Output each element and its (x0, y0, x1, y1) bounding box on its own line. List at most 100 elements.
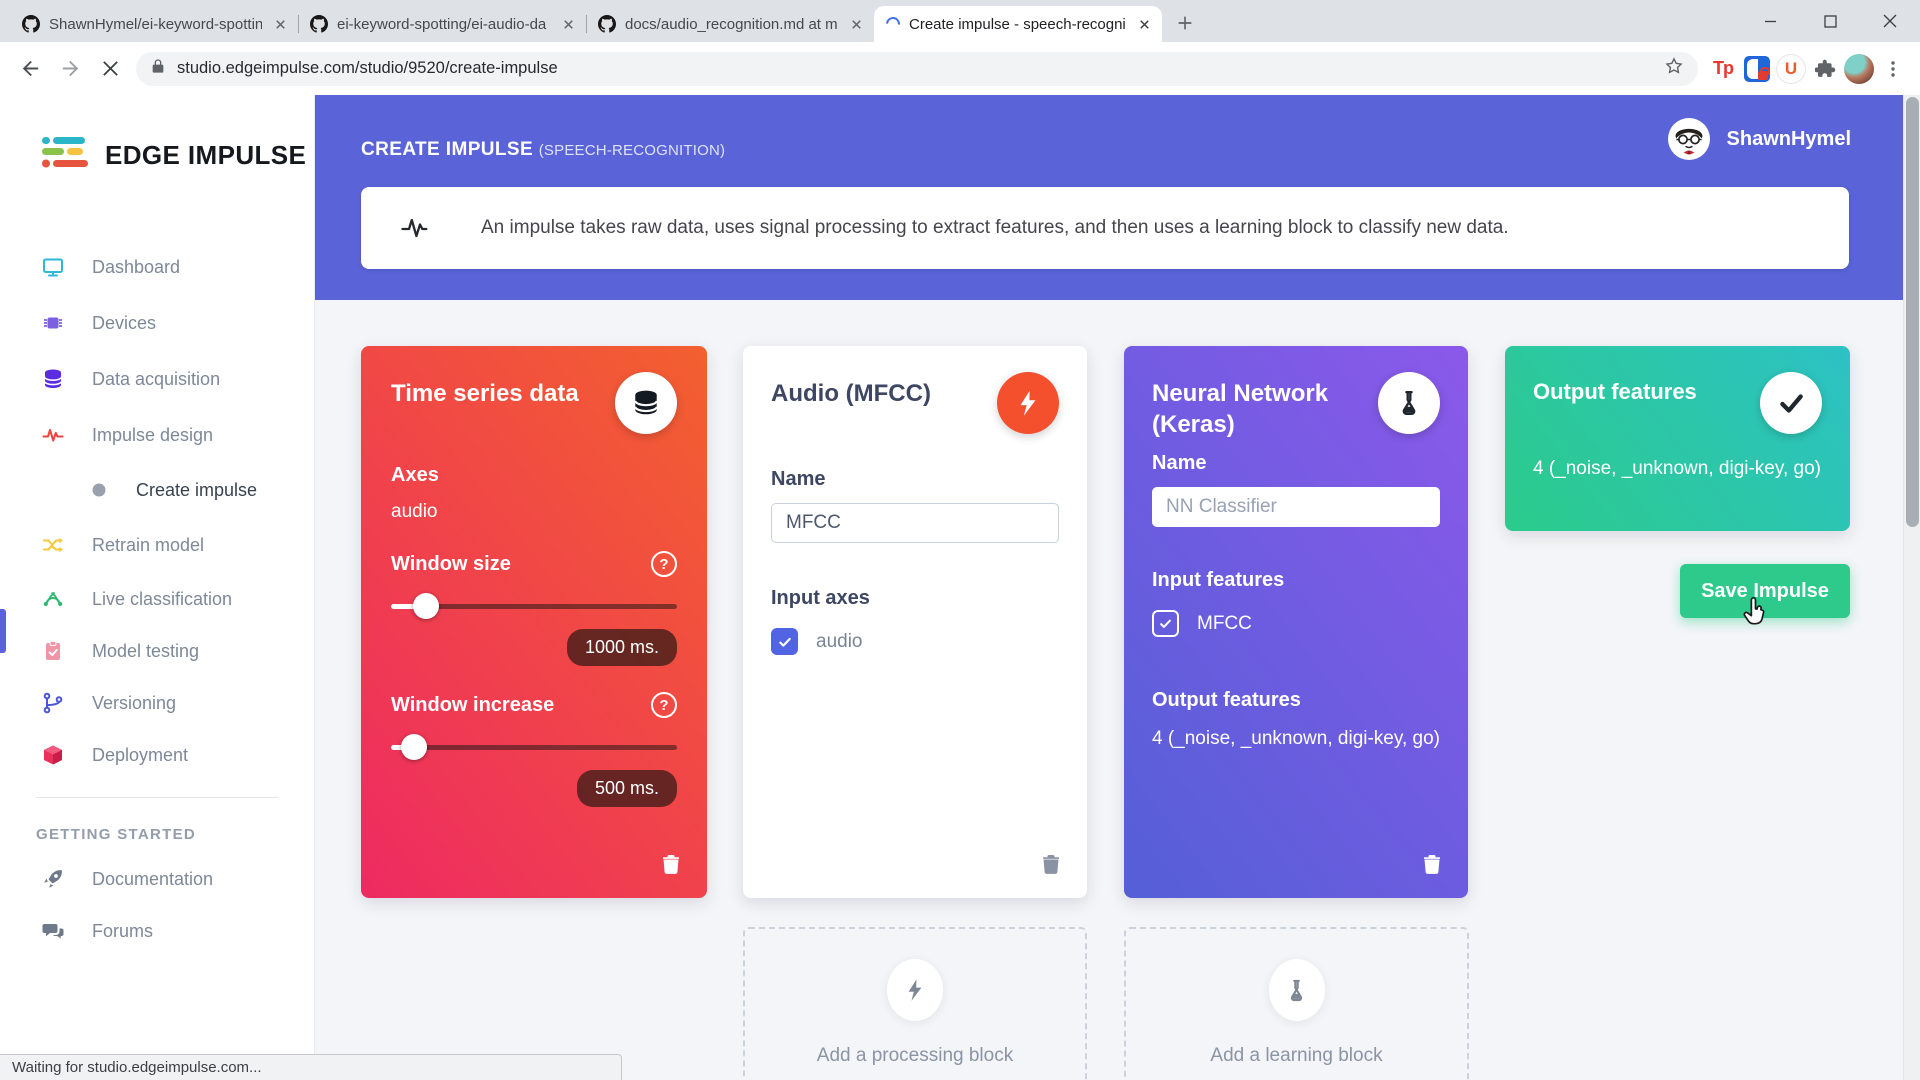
tab-github-3[interactable]: docs/audio_recognition.md at m (586, 6, 874, 42)
sidebar-divider (36, 797, 278, 798)
name-label: Name (1152, 452, 1440, 475)
sidebar-item-label: Documentation (92, 869, 213, 890)
github-icon (598, 15, 616, 33)
sidebar-nav: Dashboard Devices Data acquisition Impul… (0, 239, 314, 957)
page-scrollbar[interactable] (1903, 95, 1920, 1080)
sidebar-item-live-classification[interactable]: Live classification (0, 573, 314, 625)
output-features-value: 4 (_noise, _unknown, digi-key, go) (1533, 458, 1822, 480)
address-bar[interactable]: studio.edgeimpulse.com/studio/9520/creat… (136, 52, 1698, 86)
browser-status-bar: Waiting for studio.edgeimpulse.com... (0, 1054, 622, 1080)
sidebar-item-documentation[interactable]: Documentation (0, 853, 314, 905)
pulse-wave-icon (40, 423, 66, 447)
page-title: CREATE IMPULSE (SPEECH-RECOGNITION) (361, 139, 725, 161)
github-icon (22, 15, 40, 33)
tab-close-icon[interactable] (271, 15, 290, 34)
browser-menu-icon[interactable] (1876, 52, 1910, 86)
padlock-icon[interactable] (150, 58, 166, 79)
audio-checkbox[interactable] (771, 628, 798, 655)
edge-impulse-logo-text: EDGE IMPULSE (105, 140, 306, 171)
processing-name-input[interactable] (771, 503, 1059, 543)
stop-loading-button[interactable] (90, 49, 130, 89)
window-size-label: Window size (391, 553, 511, 576)
delete-block-icon[interactable] (1422, 853, 1442, 880)
tab-github-1[interactable]: ShawnHymel/ei-keyword-spottin (10, 6, 298, 42)
sidebar-item-impulse-design[interactable]: Impulse design (0, 407, 314, 463)
browser-toolbar: studio.edgeimpulse.com/studio/9520/creat… (0, 42, 1920, 95)
tab-close-icon[interactable] (847, 15, 866, 34)
page-header: CREATE IMPULSE (SPEECH-RECOGNITION) Shaw… (315, 95, 1903, 300)
sidebar-item-create-impulse[interactable]: Create impulse (0, 463, 314, 517)
sidebar-item-forums[interactable]: Forums (0, 905, 314, 957)
add-processing-block[interactable]: Add a processing block (743, 927, 1087, 1080)
sidebar-item-devices[interactable]: Devices (0, 295, 314, 351)
rocket-icon (40, 867, 66, 891)
lightning-bolt-icon (997, 372, 1059, 434)
url-text[interactable]: studio.edgeimpulse.com/studio/9520/creat… (177, 59, 1653, 78)
help-icon[interactable]: ? (651, 551, 677, 577)
project-name: (SPEECH-RECOGNITION) (539, 142, 726, 159)
tab-title: docs/audio_recognition.md at m (625, 16, 838, 33)
output-features-label: Output features (1152, 689, 1440, 712)
window-size-slider[interactable] (391, 593, 677, 619)
sidebar-item-label: Forums (92, 921, 153, 942)
user-chip[interactable]: ShawnHymel (1667, 117, 1851, 161)
browser-chrome: ShawnHymel/ei-keyword-spottin ei-keyword… (0, 0, 1920, 95)
password-manager-extension-icon[interactable] (1740, 52, 1774, 86)
window-size-value: 1000 ms. (567, 629, 677, 666)
ublock-extension-icon[interactable]: U (1774, 52, 1808, 86)
extensions-puzzle-icon[interactable] (1808, 52, 1842, 86)
sidebar-item-retrain-model[interactable]: Retrain model (0, 517, 314, 573)
delete-block-icon[interactable] (661, 853, 681, 880)
bookmark-star-icon[interactable] (1664, 56, 1684, 81)
forward-button[interactable] (50, 49, 90, 89)
edge-impulse-logo[interactable]: EDGE IMPULSE (36, 135, 314, 175)
sidebar-item-label: Create impulse (136, 480, 257, 501)
tampermonkey-extension-icon[interactable]: Tp (1706, 52, 1740, 86)
tab-close-icon[interactable] (1135, 15, 1154, 34)
maximize-button[interactable] (1800, 0, 1860, 42)
add-processing-label: Add a processing block (817, 1045, 1013, 1067)
slider-knob[interactable] (413, 593, 439, 619)
git-branch-icon (40, 691, 66, 715)
sidebar-item-label: Devices (92, 313, 156, 334)
add-learning-label: Add a learning block (1210, 1045, 1382, 1067)
sidebar-item-versioning[interactable]: Versioning (0, 677, 314, 729)
github-icon (310, 15, 328, 33)
help-icon[interactable]: ? (651, 692, 677, 718)
slider-knob[interactable] (401, 734, 427, 760)
save-impulse-button[interactable]: Save Impulse (1680, 564, 1850, 618)
window-increase-value: 500 ms. (577, 770, 677, 807)
back-button[interactable] (10, 49, 50, 89)
mfcc-checkbox[interactable] (1152, 610, 1179, 637)
time-series-data-card: Time series data Axes audio Window size … (361, 346, 707, 898)
tab-title: ei-keyword-spotting/ei-audio-da (337, 16, 550, 33)
axes-value: audio (391, 501, 677, 523)
browser-profile-avatar[interactable] (1842, 52, 1876, 86)
tab-close-icon[interactable] (559, 15, 578, 34)
window-increase-label: Window increase (391, 694, 554, 717)
add-learning-block[interactable]: Add a learning block (1124, 927, 1469, 1080)
sidebar-item-data-acquisition[interactable]: Data acquisition (0, 351, 314, 407)
input-axes-label: Input axes (771, 587, 1059, 610)
card-title: Output features (1533, 378, 1697, 407)
minimize-button[interactable] (1740, 0, 1800, 42)
output-features-value: 4 (_noise, _unknown, digi-key, go) (1152, 728, 1440, 750)
window-increase-slider[interactable] (391, 734, 677, 760)
device-chip-icon (40, 311, 66, 335)
new-tab-button[interactable] (1170, 8, 1200, 38)
sidebar-item-deployment[interactable]: Deployment (0, 729, 314, 781)
tab-create-impulse[interactable]: Create impulse - speech-recogni (874, 6, 1162, 42)
tab-github-2[interactable]: ei-keyword-spotting/ei-audio-da (298, 6, 586, 42)
scrollbar-thumb[interactable] (1906, 97, 1919, 527)
sidebar-item-label: Impulse design (92, 425, 213, 446)
sidebar-item-model-testing[interactable]: Model testing (0, 625, 314, 677)
learning-name-input[interactable] (1152, 487, 1440, 527)
close-button[interactable] (1860, 0, 1920, 42)
output-features-card: Output features 4 (_noise, _unknown, dig… (1505, 346, 1850, 531)
delete-block-icon[interactable] (1041, 853, 1061, 880)
learning-block-card: Neural Network (Keras) Name Input featur… (1124, 346, 1468, 898)
chat-bubbles-icon (40, 919, 66, 943)
database-icon (615, 372, 677, 434)
sidebar: EDGE IMPULSE Dashboard Devices Data acqu… (0, 95, 315, 1080)
sidebar-item-dashboard[interactable]: Dashboard (0, 239, 314, 295)
